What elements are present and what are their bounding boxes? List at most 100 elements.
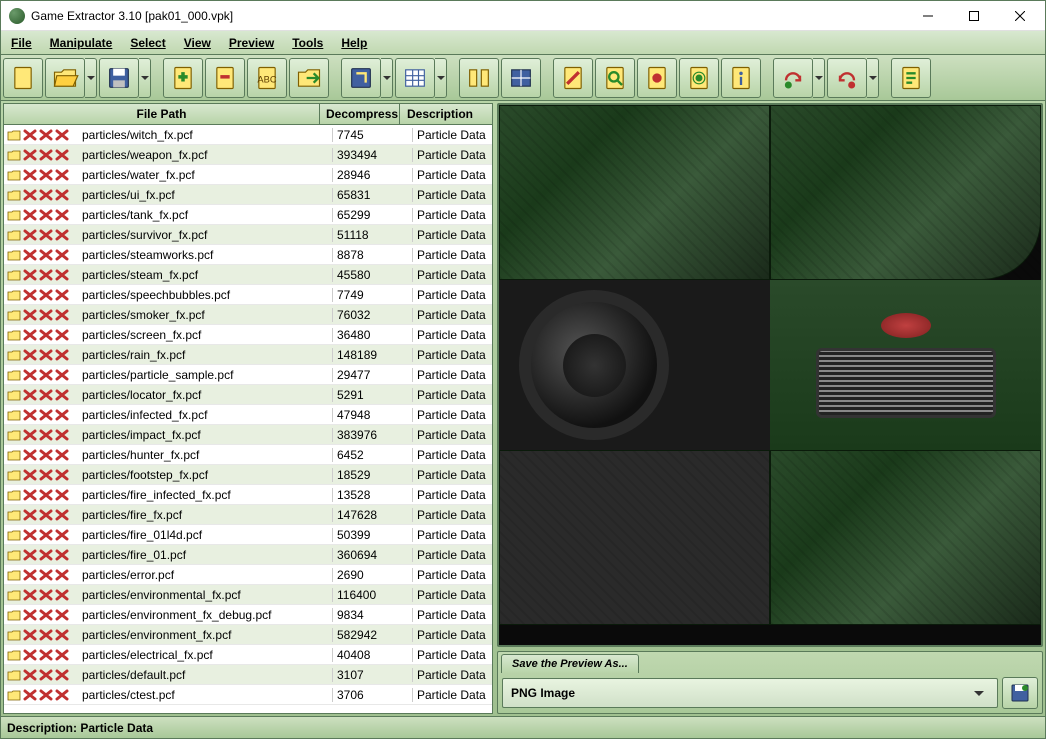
edit-button[interactable] — [553, 58, 593, 98]
gear1-button[interactable] — [637, 58, 677, 98]
folder-icon — [7, 149, 21, 161]
options-button[interactable] — [891, 58, 931, 98]
export-button[interactable] — [289, 58, 329, 98]
save-preview-tab[interactable]: Save the Preview As... — [501, 654, 639, 673]
cell-decompress: 76032 — [332, 308, 412, 322]
save-button[interactable] — [99, 58, 139, 98]
cell-description: Particle Data — [412, 688, 492, 702]
table-row[interactable]: particles/electrical_fx.pcf 40408 Partic… — [4, 645, 492, 665]
convert-button[interactable] — [341, 58, 381, 98]
col-filepath[interactable]: File Path — [4, 104, 320, 124]
table-row[interactable]: particles/fire_fx.pcf 147628 Particle Da… — [4, 505, 492, 525]
table-row[interactable]: particles/ui_fx.pcf 65831 Particle Data — [4, 185, 492, 205]
cell-path: particles/fire_01.pcf — [80, 548, 332, 562]
table-row[interactable]: particles/error.pcf 2690 Particle Data — [4, 565, 492, 585]
table-row[interactable]: particles/environmental_fx.pcf 116400 Pa… — [4, 585, 492, 605]
menu-help[interactable]: Help — [339, 34, 369, 52]
folder-icon — [7, 229, 21, 241]
x-icon-3 — [55, 349, 69, 361]
table-row[interactable]: particles/environment_fx_debug.pcf 9834 … — [4, 605, 492, 625]
table-dropdown[interactable] — [435, 58, 447, 98]
menubar: File Manipulate Select View Preview Tool… — [1, 31, 1045, 55]
cell-decompress: 7749 — [332, 288, 412, 302]
rename-button[interactable]: ABC — [247, 58, 287, 98]
table-body[interactable]: particles/witch_fx.pcf 7745 Particle Dat… — [4, 125, 492, 713]
redo-red-dropdown[interactable] — [867, 58, 879, 98]
x-icon-3 — [55, 329, 69, 341]
row-icons — [4, 209, 80, 221]
remove-button[interactable] — [205, 58, 245, 98]
save-format-combo[interactable]: PNG Image — [502, 678, 998, 708]
open-button[interactable] — [45, 58, 85, 98]
table-row[interactable]: particles/steamworks.pcf 8878 Particle D… — [4, 245, 492, 265]
table-row[interactable]: particles/speechbubbles.pcf 7749 Particl… — [4, 285, 492, 305]
table-row[interactable]: particles/infected_fx.pcf 47948 Particle… — [4, 405, 492, 425]
table-row[interactable]: particles/tank_fx.pcf 65299 Particle Dat… — [4, 205, 492, 225]
table-button[interactable] — [395, 58, 435, 98]
maximize-button[interactable] — [951, 1, 997, 31]
cell-path: particles/tank_fx.pcf — [80, 208, 332, 222]
convert-dropdown[interactable] — [381, 58, 393, 98]
table-row[interactable]: particles/witch_fx.pcf 7745 Particle Dat… — [4, 125, 492, 145]
table-row[interactable]: particles/fire_01.pcf 360694 Particle Da… — [4, 545, 492, 565]
table-row[interactable]: particles/footstep_fx.pcf 18529 Particle… — [4, 465, 492, 485]
x-icon-3 — [55, 589, 69, 601]
table-row[interactable]: particles/survivor_fx.pcf 51118 Particle… — [4, 225, 492, 245]
cell-decompress: 116400 — [332, 588, 412, 602]
app-window: Game Extractor 3.10 [pak01_000.vpk] File… — [0, 0, 1046, 739]
cell-path: particles/fire_fx.pcf — [80, 508, 332, 522]
cell-description: Particle Data — [412, 168, 492, 182]
folder-icon — [7, 569, 21, 581]
info-button[interactable] — [721, 58, 761, 98]
minimize-button[interactable] — [905, 1, 951, 31]
menu-file[interactable]: File — [9, 34, 34, 52]
titlebar[interactable]: Game Extractor 3.10 [pak01_000.vpk] — [1, 1, 1045, 31]
table-row[interactable]: particles/locator_fx.pcf 5291 Particle D… — [4, 385, 492, 405]
table-row[interactable]: particles/particle_sample.pcf 29477 Part… — [4, 365, 492, 385]
cell-decompress: 36480 — [332, 328, 412, 342]
find-button[interactable] — [595, 58, 635, 98]
table-row[interactable]: particles/smoker_fx.pcf 76032 Particle D… — [4, 305, 492, 325]
col-decompress[interactable]: Decompress — [320, 104, 400, 124]
col-description[interactable]: Description — [400, 104, 480, 124]
table-row[interactable]: particles/fire_01l4d.pcf 50399 Particle … — [4, 525, 492, 545]
gear2-button[interactable] — [679, 58, 719, 98]
menu-preview[interactable]: Preview — [227, 34, 276, 52]
table-row[interactable]: particles/ctest.pcf 3706 Particle Data — [4, 685, 492, 705]
add-button[interactable] — [163, 58, 203, 98]
redo-green-button[interactable] — [773, 58, 813, 98]
redo-green-dropdown[interactable] — [813, 58, 825, 98]
grid-button[interactable] — [501, 58, 541, 98]
table-row[interactable]: particles/impact_fx.pcf 383976 Particle … — [4, 425, 492, 445]
x-icon-3 — [55, 449, 69, 461]
menu-view[interactable]: View — [182, 34, 213, 52]
cell-path: particles/default.pcf — [80, 668, 332, 682]
table-row[interactable]: particles/rain_fx.pcf 148189 Particle Da… — [4, 345, 492, 365]
x-icon-2 — [39, 189, 53, 201]
cell-decompress: 3706 — [332, 688, 412, 702]
table-row[interactable]: particles/default.pcf 3107 Particle Data — [4, 665, 492, 685]
menu-select[interactable]: Select — [128, 34, 167, 52]
x-icon-3 — [55, 389, 69, 401]
table-row[interactable]: particles/environment_fx.pcf 582942 Part… — [4, 625, 492, 645]
table-row[interactable]: particles/fire_infected_fx.pcf 13528 Par… — [4, 485, 492, 505]
open-dropdown[interactable] — [85, 58, 97, 98]
table-row[interactable]: particles/weapon_fx.pcf 393494 Particle … — [4, 145, 492, 165]
split-button[interactable] — [459, 58, 499, 98]
table-row[interactable]: particles/screen_fx.pcf 36480 Particle D… — [4, 325, 492, 345]
close-button[interactable] — [997, 1, 1043, 31]
table-row[interactable]: particles/water_fx.pcf 28946 Particle Da… — [4, 165, 492, 185]
redo-red-button[interactable] — [827, 58, 867, 98]
folder-icon — [7, 329, 21, 341]
row-icons — [4, 669, 80, 681]
menu-tools[interactable]: Tools — [290, 34, 325, 52]
table-row[interactable]: particles/steam_fx.pcf 45580 Particle Da… — [4, 265, 492, 285]
save-dropdown[interactable] — [139, 58, 151, 98]
new-button[interactable] — [3, 58, 43, 98]
save-preview-button[interactable] — [1002, 677, 1038, 709]
preview-viewport[interactable] — [497, 103, 1043, 647]
row-icons — [4, 589, 80, 601]
table-row[interactable]: particles/hunter_fx.pcf 6452 Particle Da… — [4, 445, 492, 465]
cell-description: Particle Data — [412, 368, 492, 382]
menu-manipulate[interactable]: Manipulate — [48, 34, 115, 52]
